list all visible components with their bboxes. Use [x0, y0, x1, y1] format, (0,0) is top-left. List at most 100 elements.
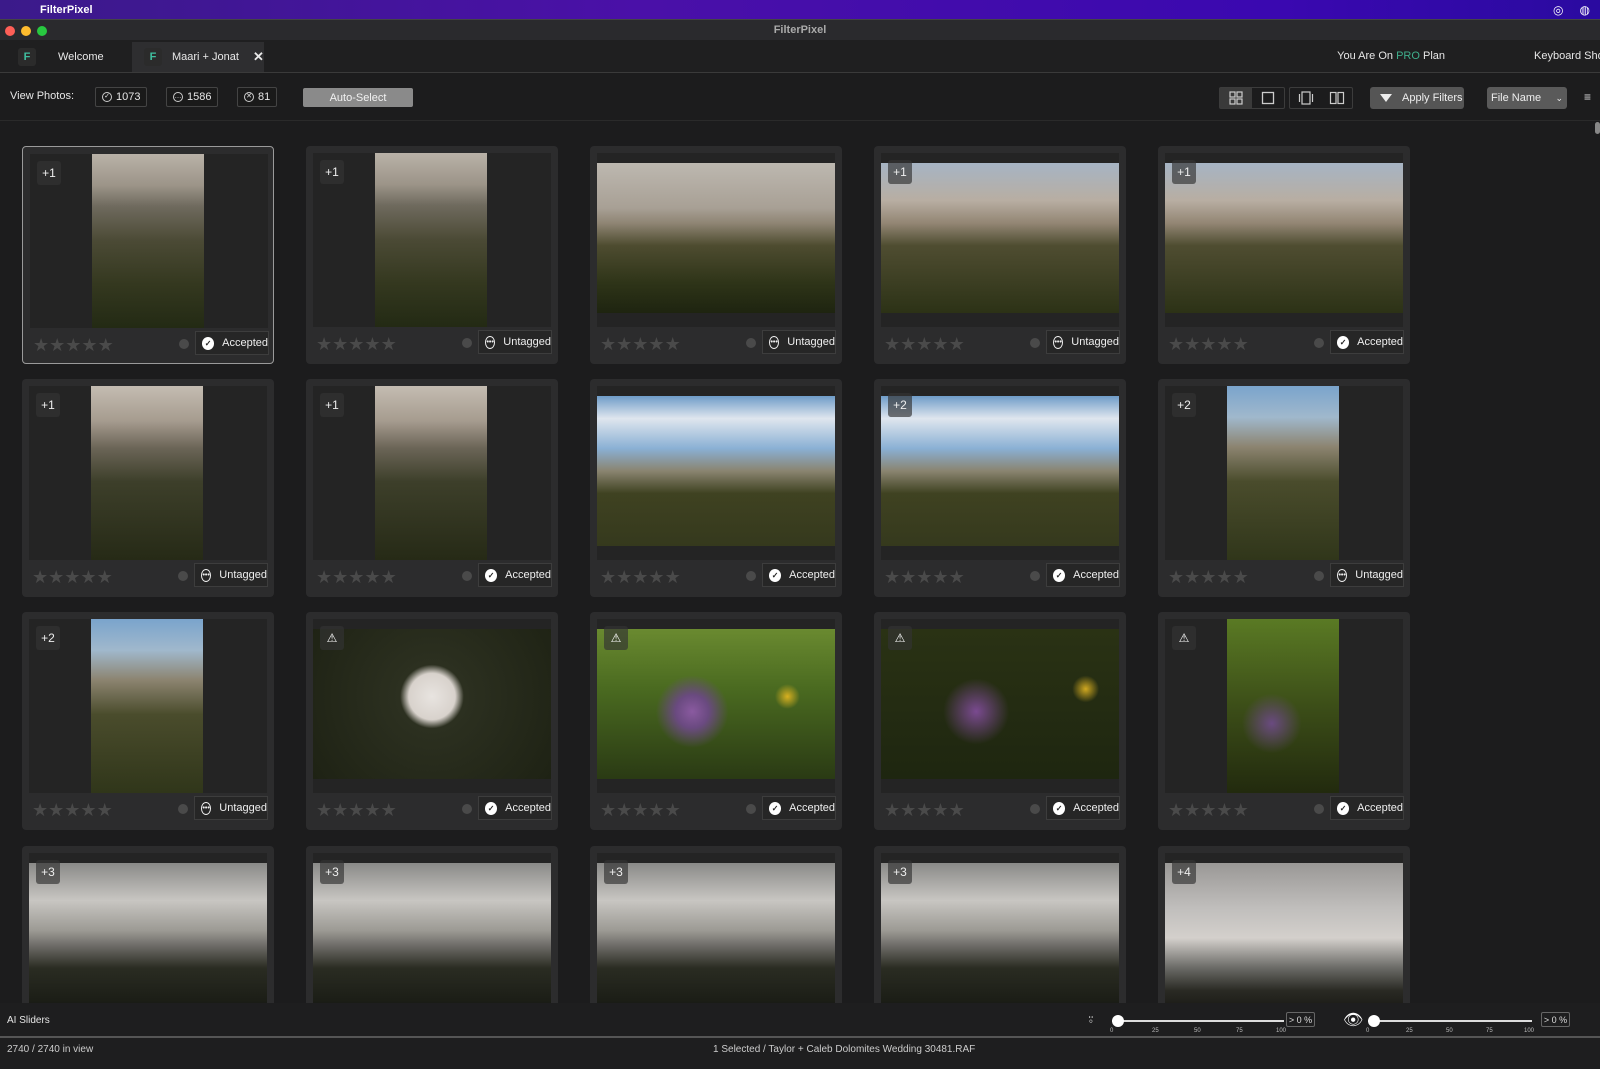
keyboard-shortcuts-link[interactable]: Keyboard Sho — [1534, 50, 1600, 62]
color-label-dot[interactable] — [178, 804, 188, 814]
star-icon[interactable]: ★ — [364, 800, 380, 821]
star-rating[interactable]: ★ ★ ★ ★ ★ — [1168, 800, 1249, 821]
photo-thumbnail[interactable] — [597, 163, 835, 313]
star-icon[interactable]: ★ — [932, 334, 948, 355]
accepted-count-filter[interactable]: ✓ 1073 — [95, 87, 148, 107]
photo-thumbnail[interactable] — [597, 396, 835, 546]
star-icon[interactable]: ★ — [381, 334, 397, 355]
photo-card[interactable]: +3 — [306, 846, 558, 1010]
star-rating[interactable]: ★ ★ ★ ★ ★ — [600, 334, 681, 355]
star-rating[interactable]: ★ ★ ★ ★ ★ — [1168, 567, 1249, 588]
status-badge[interactable]: ✓ Accepted — [195, 331, 269, 355]
star-icon[interactable]: ★ — [48, 800, 64, 821]
star-icon[interactable]: ★ — [600, 567, 616, 588]
plan-indicator[interactable]: You Are On PRO Plan — [1337, 50, 1445, 62]
star-icon[interactable]: ★ — [381, 800, 397, 821]
star-icon[interactable]: ★ — [1200, 800, 1216, 821]
photo-thumbnail[interactable] — [881, 396, 1119, 546]
star-icon[interactable]: ★ — [32, 800, 48, 821]
status-icon[interactable]: ◍ — [1580, 3, 1590, 17]
star-icon[interactable]: ★ — [97, 800, 113, 821]
photo-card[interactable]: +3 — [874, 846, 1126, 1010]
star-icon[interactable]: ★ — [1200, 334, 1216, 355]
star-icon[interactable]: ★ — [949, 800, 965, 821]
photo-thumbnail[interactable] — [375, 153, 487, 327]
star-icon[interactable]: ★ — [316, 334, 332, 355]
star-rating[interactable]: ★ ★ ★ ★ ★ — [32, 800, 113, 821]
photo-thumbnail[interactable] — [313, 629, 551, 779]
color-label-dot[interactable] — [746, 338, 756, 348]
status-badge[interactable]: ••• Untagged — [478, 330, 552, 354]
star-icon[interactable]: ★ — [65, 335, 81, 356]
star-icon[interactable]: ★ — [49, 335, 65, 356]
photo-card[interactable]: +3 — [22, 846, 274, 1010]
single-view-button[interactable] — [1252, 88, 1284, 108]
photo-card[interactable]: +2 ★ ★ ★ ★ ★ ••• Untagged — [1158, 379, 1410, 597]
star-icon[interactable]: ★ — [64, 567, 80, 588]
star-icon[interactable]: ★ — [932, 800, 948, 821]
star-icon[interactable]: ★ — [900, 334, 916, 355]
star-icon[interactable]: ★ — [81, 335, 97, 356]
star-icon[interactable]: ★ — [884, 567, 900, 588]
tab-welcome[interactable]: F Welcome — [18, 42, 128, 72]
star-icon[interactable]: ★ — [665, 567, 681, 588]
photo-card[interactable]: +1 ★ ★ ★ ★ ★ ••• Untagged — [874, 146, 1126, 364]
color-label-dot[interactable] — [1314, 571, 1324, 581]
status-badge[interactable]: ✓ Accepted — [762, 563, 836, 587]
star-icon[interactable]: ★ — [648, 567, 664, 588]
photo-card[interactable]: +3 — [590, 846, 842, 1010]
photo-thumbnail[interactable] — [881, 629, 1119, 779]
star-icon[interactable]: ★ — [97, 567, 113, 588]
star-icon[interactable]: ★ — [348, 567, 364, 588]
star-icon[interactable]: ★ — [916, 567, 932, 588]
auto-select-button[interactable]: Auto-Select — [303, 88, 413, 107]
star-icon[interactable]: ★ — [916, 334, 932, 355]
scrollbar-thumb[interactable] — [1595, 122, 1600, 134]
star-icon[interactable]: ★ — [80, 800, 96, 821]
photo-card[interactable]: ⚠ ★ ★ ★ ★ ★ ✓ Accepted — [590, 612, 842, 830]
status-badge[interactable]: ✓ Accepted — [762, 796, 836, 820]
star-icon[interactable]: ★ — [632, 334, 648, 355]
star-rating[interactable]: ★ ★ ★ ★ ★ — [884, 800, 965, 821]
color-label-dot[interactable] — [746, 804, 756, 814]
star-icon[interactable]: ★ — [632, 567, 648, 588]
status-badge[interactable]: ••• Untagged — [1330, 563, 1404, 587]
star-icon[interactable]: ★ — [1233, 567, 1249, 588]
star-icon[interactable]: ★ — [364, 334, 380, 355]
star-icon[interactable]: ★ — [648, 334, 664, 355]
color-label-dot[interactable] — [1030, 804, 1040, 814]
star-icon[interactable]: ★ — [916, 800, 932, 821]
color-label-dot[interactable] — [746, 571, 756, 581]
photo-thumbnail[interactable] — [91, 619, 203, 793]
star-icon[interactable]: ★ — [665, 334, 681, 355]
photo-thumbnail[interactable] — [881, 163, 1119, 313]
star-icon[interactable]: ★ — [600, 800, 616, 821]
photo-thumbnail[interactable] — [881, 863, 1119, 1010]
color-label-dot[interactable] — [1314, 338, 1324, 348]
status-badge[interactable]: ••• Untagged — [194, 563, 268, 587]
photo-thumbnail[interactable] — [375, 386, 487, 560]
star-icon[interactable]: ★ — [98, 335, 114, 356]
tab-project[interactable]: F Maari + Jonat ✕ — [132, 42, 264, 72]
photo-thumbnail[interactable] — [1227, 619, 1339, 793]
face-threshold-readout[interactable]: > 0 % — [1286, 1012, 1315, 1027]
star-rating[interactable]: ★ ★ ★ ★ ★ — [600, 800, 681, 821]
star-icon[interactable]: ★ — [616, 334, 632, 355]
star-rating[interactable]: ★ ★ ★ ★ ★ — [316, 334, 397, 355]
photo-thumbnail[interactable] — [597, 629, 835, 779]
star-icon[interactable]: ★ — [332, 800, 348, 821]
photo-card[interactable]: +1 ★ ★ ★ ★ ★ ✓ Accepted — [1158, 146, 1410, 364]
star-icon[interactable]: ★ — [1216, 800, 1232, 821]
photo-card[interactable]: +2 ★ ★ ★ ★ ★ ✓ Accepted — [874, 379, 1126, 597]
apple-logo-icon[interactable] — [12, 3, 26, 17]
grid-view-button[interactable] — [1220, 88, 1252, 108]
status-badge[interactable]: ✓ Accepted — [1046, 796, 1120, 820]
creative-cloud-icon[interactable]: ◎ — [1553, 3, 1563, 17]
star-rating[interactable]: ★ ★ ★ ★ ★ — [316, 800, 397, 821]
star-icon[interactable]: ★ — [884, 334, 900, 355]
star-icon[interactable]: ★ — [1184, 800, 1200, 821]
photo-thumbnail[interactable] — [597, 863, 835, 1010]
star-icon[interactable]: ★ — [884, 800, 900, 821]
star-icon[interactable]: ★ — [64, 800, 80, 821]
status-badge[interactable]: ✓ Accepted — [478, 563, 552, 587]
